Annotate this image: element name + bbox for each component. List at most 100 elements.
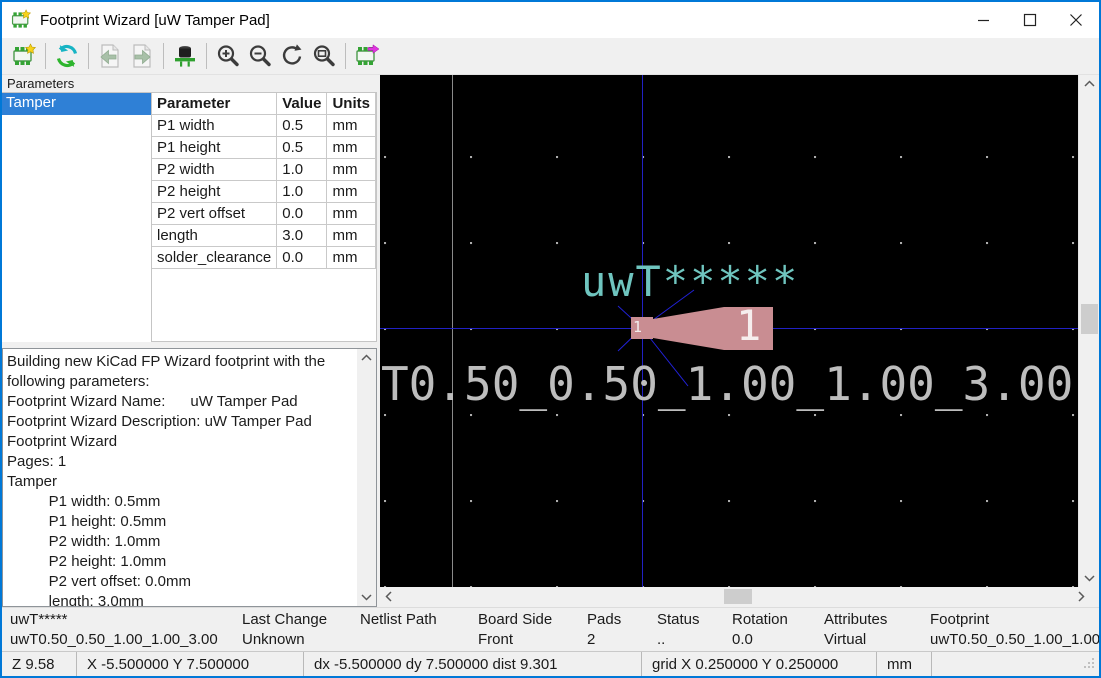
param-name: solder_clearance <box>152 247 277 269</box>
maximize-icon <box>1023 13 1037 27</box>
parameter-table: Parameter Value Units P1 width 0.5 mm P1… <box>152 92 377 342</box>
status-label: Status <box>657 611 724 631</box>
toolbar-separator <box>45 43 46 69</box>
scroll-down-icon[interactable] <box>357 589 376 606</box>
scroll-left-icon[interactable] <box>380 587 397 606</box>
minimize-icon <box>977 13 991 27</box>
table-row: P2 vert offset 0.0 mm <box>152 203 375 225</box>
message-scrollbar[interactable] <box>357 349 376 606</box>
zoom-in-button[interactable] <box>212 41 244 71</box>
export-footprint-button[interactable] <box>351 41 383 71</box>
close-button[interactable] <box>1053 2 1099 38</box>
scroll-down-icon[interactable] <box>1079 570 1099 587</box>
canvas-vertical-scrollbar[interactable] <box>1078 75 1099 587</box>
status-label: Pads <box>587 611 649 631</box>
export-footprint-icon <box>354 43 380 69</box>
table-row: solder_clearance 0.0 mm <box>152 247 375 269</box>
param-value[interactable]: 0.0 <box>277 247 327 269</box>
canvas-column: uwT***** T0.50_0.50_1.00_1.00_3.00 1 1 <box>377 75 1099 607</box>
canvas-horizontal-scrollbar[interactable] <box>380 587 1090 606</box>
param-name: P2 height <box>152 181 277 203</box>
empty-cell <box>932 652 1099 676</box>
param-units: mm <box>327 115 376 137</box>
scroll-up-icon[interactable] <box>1079 75 1099 92</box>
param-units: mm <box>327 203 376 225</box>
status-value: uwT0.50_0.50_1.00_1.00_3.00 <box>930 631 1099 651</box>
param-value[interactable]: 3.0 <box>277 225 327 247</box>
param-units: mm <box>327 159 376 181</box>
toolbar-separator <box>163 43 164 69</box>
close-icon <box>1069 13 1083 27</box>
param-value[interactable]: 0.5 <box>277 137 327 159</box>
maximize-button[interactable] <box>1007 2 1053 38</box>
status-value: Virtual <box>824 631 922 651</box>
status-value: Front <box>478 631 579 651</box>
status-field-pads: Pads 2 <box>579 611 649 651</box>
param-value[interactable]: 1.0 <box>277 181 327 203</box>
scroll-right-icon[interactable] <box>1073 587 1090 606</box>
select-wizard-button[interactable] <box>8 41 40 71</box>
table-row: P2 width 1.0 mm <box>152 159 375 181</box>
pad-settings-button[interactable] <box>169 41 201 71</box>
previous-page-button[interactable] <box>94 41 126 71</box>
next-page-button[interactable] <box>126 41 158 71</box>
title-bar: Footprint Wizard [uW Tamper Pad] <box>2 2 1099 38</box>
message-line: length: 3.0mm <box>7 592 357 606</box>
status-value: uwT***** <box>10 611 234 631</box>
status-value: .. <box>657 631 724 651</box>
param-value[interactable]: 1.0 <box>277 159 327 181</box>
window-title: Footprint Wizard [uW Tamper Pad] <box>40 12 961 29</box>
param-value[interactable]: 0.5 <box>277 115 327 137</box>
footprint-wizard-window: Footprint Wizard [uW Tamper Pad] <box>0 0 1101 678</box>
refresh-icon <box>54 43 80 69</box>
redraw-button[interactable] <box>276 41 308 71</box>
status-field-footprint: Footprint uwT0.50_0.50_1.00_1.00_3.00 <box>922 611 1099 651</box>
status-label: Rotation <box>732 611 816 631</box>
param-value[interactable]: 0.0 <box>277 203 327 225</box>
param-name: P2 width <box>152 159 277 181</box>
param-units: mm <box>327 225 376 247</box>
message-text: Building new KiCad FP Wizard footprint w… <box>3 349 357 606</box>
message-line: P1 height: 0.5mm <box>7 512 357 532</box>
zoom-level-cell: Z 9.58 <box>2 652 77 676</box>
cursor-position-cell: X -5.500000 Y 7.500000 <box>77 652 304 676</box>
message-panel: Building new KiCad FP Wizard footprint w… <box>2 348 377 607</box>
vertical-scroll-thumb[interactable] <box>1081 304 1098 334</box>
param-name: P1 width <box>152 115 277 137</box>
horizontal-scroll-thumb[interactable] <box>724 589 752 604</box>
message-line: P1 width: 0.5mm <box>7 492 357 512</box>
parameters-header: Parameters <box>2 75 377 92</box>
zoom-fit-button[interactable] <box>308 41 340 71</box>
footprint-info-bar: uwT***** uwT0.50_0.50_1.00_1.00_3.00 Las… <box>2 607 1099 651</box>
pad-number-large: 1 <box>736 301 761 350</box>
footprint-preview-canvas[interactable]: uwT***** T0.50_0.50_1.00_1.00_3.00 1 1 <box>380 75 1078 587</box>
main-area: Parameters Tamper Parameter Value Units <box>2 75 1099 607</box>
wizard-page-list[interactable]: Tamper <box>2 92 152 342</box>
zoom-fit-icon <box>311 43 337 69</box>
zoom-out-button[interactable] <box>244 41 276 71</box>
toolbar-separator <box>88 43 89 69</box>
page-list-item-tamper[interactable]: Tamper <box>2 93 151 115</box>
relative-position-cell: dx -5.500000 dy 7.500000 dist 9.301 <box>304 652 642 676</box>
table-row: length 3.0 mm <box>152 225 375 247</box>
param-units: mm <box>327 181 376 203</box>
coordinate-bar: Z 9.58 X -5.500000 Y 7.500000 dx -5.5000… <box>2 651 1099 676</box>
status-label: Board Side <box>478 611 579 631</box>
message-line: P2 vert offset: 0.0mm <box>7 572 357 592</box>
message-line: Footprint Wizard Name: uW Tamper Pad <box>7 392 357 412</box>
resize-grip-icon[interactable] <box>1084 658 1096 670</box>
toolbar-separator <box>345 43 346 69</box>
toolbar <box>2 38 1099 75</box>
update-preview-button[interactable] <box>51 41 83 71</box>
status-field-attributes: Attributes Virtual <box>816 611 922 651</box>
scroll-up-icon[interactable] <box>357 349 376 366</box>
status-label: Footprint <box>930 611 1099 631</box>
param-units: mm <box>327 137 376 159</box>
status-field-reference: uwT***** uwT0.50_0.50_1.00_1.00_3.00 <box>2 611 234 651</box>
footprint-value-text: T0.50_0.50_1.00_1.00_3.00 <box>381 357 1073 411</box>
status-label: Netlist Path <box>360 611 470 631</box>
toolbar-separator <box>206 43 207 69</box>
minimize-button[interactable] <box>961 2 1007 38</box>
footprint-wizard-app-icon <box>10 9 32 31</box>
table-row: P1 width 0.5 mm <box>152 115 375 137</box>
